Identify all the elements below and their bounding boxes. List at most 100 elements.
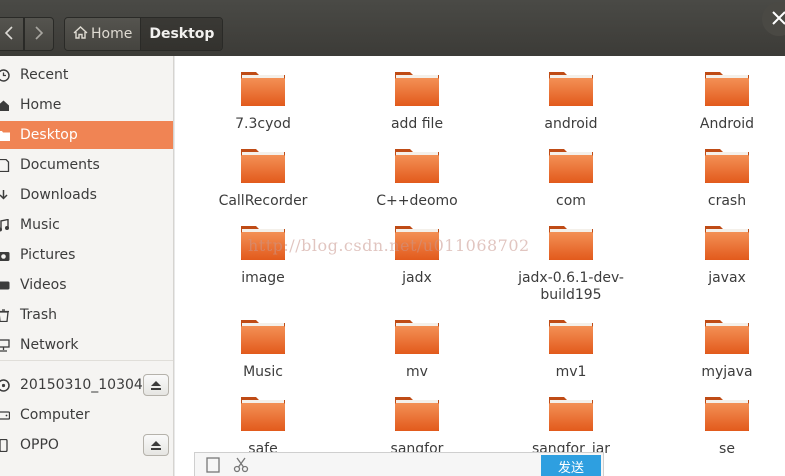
folder-icon — [239, 147, 287, 189]
folder-item[interactable]: C++deomo — [357, 147, 477, 210]
folder-item[interactable]: mv1 — [511, 318, 631, 381]
scissors-icon[interactable] — [231, 455, 251, 475]
sidebar-device-label: OPPO — [20, 437, 59, 453]
eject-icon — [150, 376, 162, 395]
sidebar-device-label: Computer — [20, 407, 90, 423]
file-grid: 7.3cyod add file android Android CallRecorde… — [174, 56, 785, 476]
camera-icon — [0, 248, 10, 262]
sidebar-device-label: 20150310_103042 — [20, 377, 152, 393]
folder-item[interactable]: jadx — [357, 224, 477, 287]
sidebar-item-label: Documents — [20, 157, 100, 173]
folder-item[interactable]: myjava — [667, 318, 785, 381]
watermark-text: http://blog.csdn.net/u011068702 — [248, 236, 530, 255]
folder-label: jadx-0.6.1-dev-build195 — [518, 270, 624, 303]
folder-label: mv — [406, 364, 428, 380]
folder-icon — [547, 70, 595, 112]
folder-icon — [547, 147, 595, 189]
folder-label: Android — [699, 116, 755, 132]
overlay-toolbar: 发送 — [194, 452, 604, 476]
folder-icon — [393, 70, 441, 112]
forward-button[interactable] — [24, 17, 54, 51]
eject-button[interactable] — [143, 374, 169, 396]
folder-item[interactable]: add file — [357, 70, 477, 133]
sidebar-item-network[interactable]: Network — [0, 331, 173, 359]
home-icon — [0, 98, 10, 112]
clock-icon — [0, 68, 10, 82]
chevron-left-icon — [4, 25, 14, 44]
path-desktop-label: Desktop — [149, 26, 215, 42]
folder-icon — [703, 318, 751, 360]
path-desktop-button[interactable]: Desktop — [141, 18, 223, 50]
sidebar-item-home[interactable]: Home — [0, 91, 173, 119]
file-icon[interactable] — [203, 455, 223, 475]
folder-item[interactable]: mv — [357, 318, 477, 381]
sidebar-item-documents[interactable]: Documents — [0, 151, 173, 179]
drive-icon — [0, 408, 10, 422]
folder-label: crash — [707, 193, 747, 209]
video-icon — [0, 278, 10, 292]
folder-icon — [239, 70, 287, 112]
sidebar-item-music[interactable]: Music — [0, 211, 173, 239]
chevron-right-icon — [34, 25, 44, 44]
send-button[interactable]: 发送 — [541, 455, 601, 476]
sidebar-item-label: Home — [20, 97, 62, 113]
sidebar-device-computer[interactable]: Computer — [0, 401, 173, 429]
folder-item[interactable]: sangfor_jar — [511, 395, 631, 458]
sidebar-item-label: Downloads — [20, 187, 97, 203]
folder-item[interactable]: Music — [203, 318, 323, 381]
folder-item[interactable]: safe — [203, 395, 323, 458]
folder-item[interactable]: 7.3cyod — [203, 70, 323, 133]
folder-label: image — [241, 270, 285, 286]
folder-item[interactable]: com — [511, 147, 631, 210]
sidebar-item-label: Network — [20, 337, 79, 353]
eject-icon — [150, 436, 162, 455]
download-icon — [0, 188, 10, 202]
sidebar-item-label: Desktop — [20, 127, 78, 143]
folder-label: mv1 — [555, 364, 587, 380]
folder-icon — [0, 128, 10, 142]
sidebar-item-trash[interactable]: Trash — [0, 301, 173, 329]
sidebar: Recent Home Desktop Documents Downloads Music… — [0, 56, 174, 476]
folder-icon — [703, 224, 751, 266]
sidebar-item-label: Music — [20, 217, 60, 233]
folder-item[interactable]: se — [667, 395, 785, 458]
home-icon — [73, 25, 88, 43]
sidebar-item-label: Videos — [20, 277, 67, 293]
path-home-label: Home — [91, 26, 133, 42]
folder-item[interactable]: Android — [667, 70, 785, 133]
folder-label: se — [719, 441, 735, 457]
back-button[interactable] — [0, 17, 24, 51]
sidebar-item-recent[interactable]: Recent — [0, 61, 173, 89]
path-home-button[interactable]: Home — [65, 18, 142, 50]
folder-icon — [703, 70, 751, 112]
folder-item[interactable]: javax — [667, 224, 785, 287]
header-bar: Home Desktop — [0, 0, 785, 56]
sidebar-item-label: Pictures — [20, 247, 76, 263]
close-button[interactable] — [762, 2, 785, 36]
folder-icon — [703, 395, 751, 437]
sidebar-item-pictures[interactable]: Pictures — [0, 241, 173, 269]
folder-item[interactable]: crash — [667, 147, 785, 210]
sidebar-item-downloads[interactable]: Downloads — [0, 181, 173, 209]
folder-item[interactable]: image — [203, 224, 323, 287]
phone-icon — [0, 438, 10, 452]
folder-label: jadx — [402, 270, 432, 286]
folder-icon — [393, 395, 441, 437]
folder-label: add file — [390, 116, 444, 132]
folder-item[interactable]: sangfor — [357, 395, 477, 458]
eject-button[interactable] — [143, 434, 169, 456]
folder-item[interactable]: CallRecorder — [203, 147, 323, 210]
folder-icon — [547, 395, 595, 437]
sidebar-item-desktop[interactable]: Desktop — [0, 121, 173, 149]
folder-item[interactable]: android — [511, 70, 631, 133]
folder-label: myjava — [701, 364, 753, 380]
folder-label: CallRecorder — [218, 193, 308, 209]
folder-icon — [547, 224, 595, 266]
sidebar-item-videos[interactable]: Videos — [0, 271, 173, 299]
folder-icon — [239, 395, 287, 437]
path-bar: Home Desktop — [64, 17, 224, 51]
sidebar-device-oppo[interactable]: OPPO — [0, 431, 173, 459]
sidebar-device-20150310_103042[interactable]: 20150310_103042 — [0, 371, 173, 399]
trash-icon — [0, 308, 10, 322]
folder-icon — [393, 147, 441, 189]
